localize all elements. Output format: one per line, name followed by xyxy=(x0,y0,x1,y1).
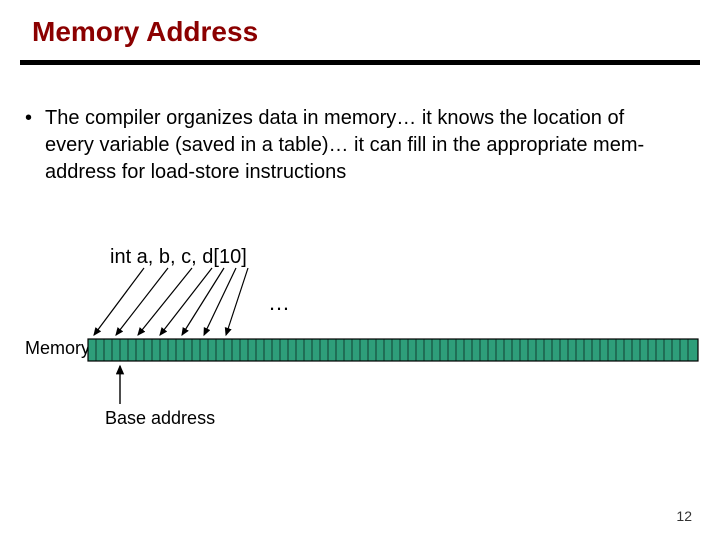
slide: Memory Address • The compiler organizes … xyxy=(0,0,720,540)
base-address-label: Base address xyxy=(105,408,215,429)
page-number: 12 xyxy=(676,508,692,524)
memory-diagram xyxy=(0,0,720,540)
